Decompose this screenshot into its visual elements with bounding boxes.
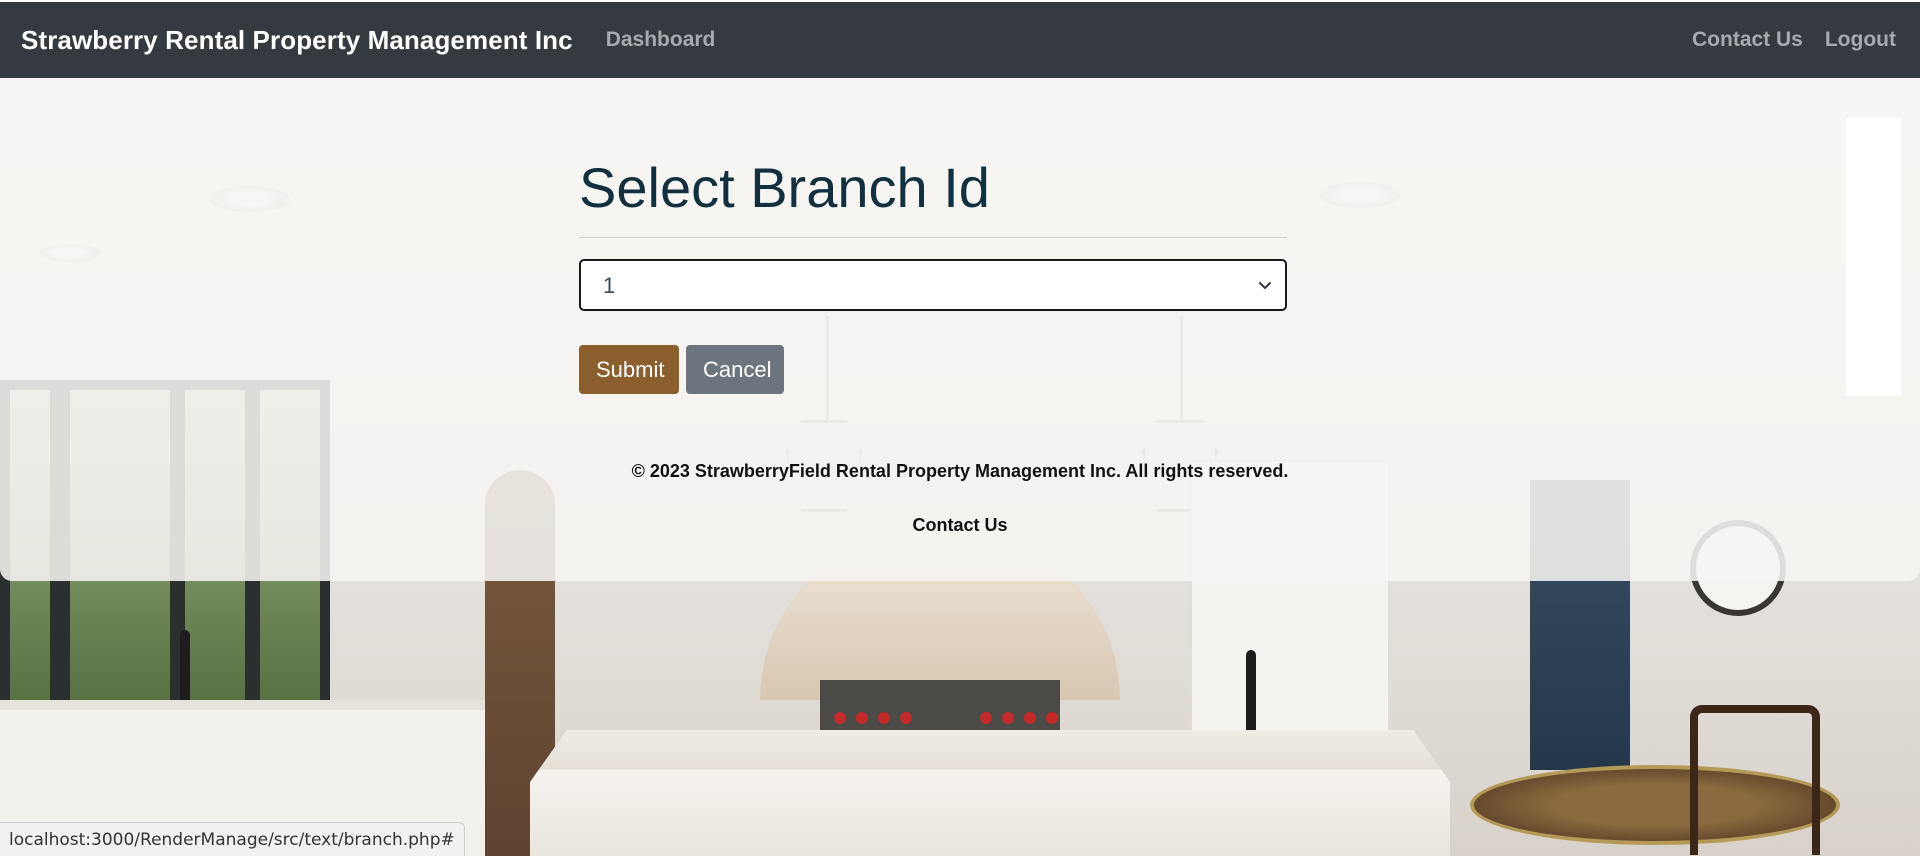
dining-chair — [1690, 705, 1820, 855]
nav-right-group: Contact Us Logout — [1692, 28, 1896, 52]
kitchen-island — [530, 730, 1450, 856]
branch-id-select[interactable]: 1 — [579, 259, 1287, 311]
branch-form: Select Branch Id 1 Submit Cancel — [579, 78, 1287, 394]
range-stove — [820, 680, 1060, 730]
side-white-block — [1846, 118, 1901, 396]
footer-contact-us-link[interactable]: Contact Us — [0, 515, 1920, 536]
nav-contact-us-link[interactable]: Contact Us — [1692, 28, 1803, 52]
footer-copyright: © 2023 StrawberryField Rental Property M… — [631, 461, 1289, 481]
top-navbar: Strawberry Rental Property Management In… — [0, 0, 1920, 78]
form-actions: Submit Cancel — [579, 345, 1287, 394]
brand-link[interactable]: Strawberry Rental Property Management In… — [21, 25, 573, 56]
title-divider — [579, 237, 1287, 238]
chevron-down-icon — [1259, 282, 1271, 289]
submit-button[interactable]: Submit — [579, 345, 679, 394]
browser-status-bar: localhost:3000/RenderManage/src/text/bra… — [0, 822, 465, 856]
nav-logout-link[interactable]: Logout — [1825, 28, 1896, 52]
cancel-button[interactable]: Cancel — [686, 345, 784, 394]
nav-dashboard-link[interactable]: Dashboard — [606, 28, 716, 52]
branch-id-selected-value: 1 — [603, 273, 616, 298]
island-faucet — [1246, 650, 1256, 740]
page-title: Select Branch Id — [579, 156, 990, 219]
